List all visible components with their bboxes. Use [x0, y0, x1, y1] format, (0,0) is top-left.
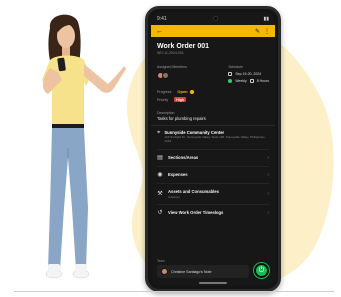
app-bar: ← ✎ ⋮ — [151, 25, 275, 37]
priority-label: Priority — [157, 97, 169, 102]
divider — [151, 125, 275, 126]
assignment-schedule-row: Assigned Members Schedule Sep 19-20, 202… — [157, 65, 269, 83]
progress-label: Progress — [157, 89, 172, 94]
menu-item-expenses[interactable]: ◉ Expenses › — [157, 165, 269, 183]
assignee-chip[interactable]: Christine Santiago's Note — [157, 265, 249, 278]
status-time: 9:41 — [157, 15, 167, 22]
chevron-right-icon: › — [267, 154, 269, 161]
avatar — [162, 72, 169, 79]
phone-screen: 9:41 ▮▮ ← ✎ ⋮ Work Order 001 WO-11-2024-… — [151, 12, 275, 286]
phone-mockup: 9:41 ▮▮ ← ✎ ⋮ Work Order 001 WO-11-2024-… — [145, 6, 281, 292]
chevron-right-icon: › — [267, 190, 269, 197]
back-arrow-icon[interactable]: ← — [156, 28, 163, 35]
battery-icon: ▮▮ — [263, 15, 269, 22]
repeat-icon — [228, 79, 233, 83]
work-order-details: Work Order 001 WO-11-2024-001 Assigned M… — [151, 37, 275, 225]
camera-notch — [212, 16, 218, 21]
team-label: Team — [157, 259, 165, 263]
edit-icon[interactable]: ✎ — [255, 28, 260, 35]
priority-badge: High — [174, 97, 186, 102]
status-indicator-icon — [189, 89, 194, 94]
location-address: 123 Sunlight St., Sunnyside Valley, Suit… — [164, 135, 266, 143]
menu-list: ▤ Sections/Areas › ◉ Expenses › ⚒ Assets… — [157, 148, 269, 221]
sections-icon: ▤ — [157, 154, 163, 161]
chevron-right-icon: › — [267, 209, 269, 216]
schedule-repeat: Weekly 8 Hours — [228, 79, 269, 83]
priority-row: Priority High — [157, 97, 269, 102]
floor-line — [14, 291, 334, 292]
description-text: Tasks for plumbing repairs — [157, 116, 206, 121]
menu-item-timeslogs[interactable]: ↺ View Work Order Timeslogs › — [157, 203, 269, 221]
menu-item-sections[interactable]: ▤ Sections/Areas › — [157, 148, 269, 166]
chevron-right-icon: › — [267, 171, 269, 178]
location-pin-icon: ⌖ — [157, 130, 161, 136]
hero-illustration: 9:41 ▮▮ ← ✎ ⋮ Work Order 001 WO-11-2024-… — [0, 0, 341, 297]
assigned-members-label: Assigned Members — [157, 65, 187, 69]
clock-icon — [249, 79, 254, 83]
more-options-icon[interactable]: ⋮ — [264, 28, 270, 35]
status-badge[interactable]: Open — [177, 89, 194, 94]
member-avatars[interactable] — [157, 72, 187, 79]
assets-icon: ⚒ — [157, 190, 163, 197]
location-row[interactable]: ⌖ Sunnyside Community Center 123 Sunligh… — [157, 130, 269, 144]
schedule-label: Schedule — [228, 65, 243, 69]
progress-row: Progress Open — [157, 89, 269, 94]
status-bar: 9:41 ▮▮ — [151, 12, 275, 25]
work-order-id: WO-11-2024-001 — [157, 51, 184, 55]
woman-figure — [42, 14, 126, 279]
work-order-title: Work Order 001 — [157, 43, 210, 50]
expenses-icon: ◉ — [157, 171, 163, 178]
menu-item-assets[interactable]: ⚒ Assets and Consumables 4 item(s) › — [157, 182, 269, 204]
avatar — [161, 268, 168, 275]
action-fab-button[interactable]: ⏻ — [254, 263, 269, 278]
bottom-panel: Team Christine Santiago's Note ⏻ — [151, 259, 275, 278]
calendar-icon — [228, 72, 233, 76]
assignee-name: Christine Santiago's Note — [171, 269, 212, 274]
schedule-date: Sep 19-20, 2024 — [228, 72, 269, 76]
home-indicator — [199, 282, 227, 284]
power-icon: ⏻ — [258, 266, 265, 274]
history-icon: ↺ — [157, 209, 163, 216]
description-label: Description — [157, 111, 175, 115]
